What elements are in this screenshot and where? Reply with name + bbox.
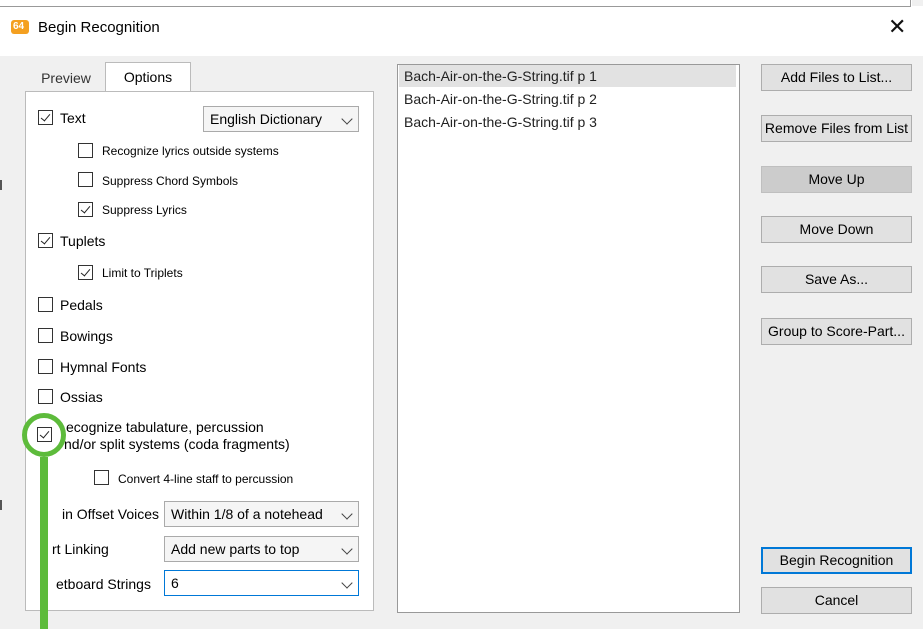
offset-voices-label: in Offset Voices [62, 506, 160, 522]
move-down-button[interactable]: Move Down [761, 216, 912, 243]
tablature-label-line1: ecognize tabulature, percussion [66, 419, 264, 435]
suppress-chords-checkbox[interactable] [78, 172, 93, 187]
chevron-down-icon [341, 113, 353, 125]
left-edge-tick [0, 500, 2, 510]
recognize-lyrics-label: Recognize lyrics outside systems [102, 144, 279, 158]
corner [912, 0, 923, 6]
ossias-checkbox[interactable] [38, 389, 53, 404]
pedals-label: Pedals [60, 297, 103, 313]
tab-preview[interactable]: Preview [27, 64, 105, 92]
offset-voices-value: Within 1/8 of a notehead [171, 506, 323, 522]
tab-options[interactable]: Options [105, 62, 191, 92]
convert-4line-label: Convert 4-line staff to percussion [118, 472, 294, 486]
suppress-chords-label: Suppress Chord Symbols [102, 174, 239, 188]
file-list[interactable]: Bach-Air-on-the-G-String.tif p 1 Bach-Ai… [397, 64, 740, 613]
fretboard-strings-value: 6 [171, 575, 179, 591]
pedals-checkbox[interactable] [38, 297, 53, 312]
close-icon[interactable]: ✕ [888, 14, 906, 40]
list-item[interactable]: Bach-Air-on-the-G-String.tif p 2 [404, 88, 597, 110]
move-up-button[interactable]: Move Up [761, 166, 912, 193]
highlight-circle [22, 413, 66, 457]
add-files-button[interactable]: Add Files to List... [761, 64, 912, 91]
tuplets-checkbox[interactable] [38, 233, 53, 248]
fretboard-strings-select[interactable]: 6 [164, 570, 359, 596]
tablature-label-line2: nd/or split systems (coda fragments) [64, 436, 290, 452]
part-linking-label: rt Linking [52, 541, 109, 557]
app-icon: 64 [11, 20, 29, 34]
begin-recognition-button[interactable]: Begin Recognition [761, 547, 912, 574]
bowings-label: Bowings [60, 328, 113, 344]
highlight-pointer-line [40, 457, 48, 629]
left-edge-tick [0, 180, 2, 190]
bowings-checkbox[interactable] [38, 328, 53, 343]
part-linking-select[interactable]: Add new parts to top [164, 536, 359, 562]
text-checkbox[interactable] [38, 110, 53, 125]
save-as-button[interactable]: Save As... [761, 266, 912, 293]
chevron-down-icon [341, 508, 353, 520]
remove-files-button[interactable]: Remove Files from List [761, 115, 912, 142]
cancel-button[interactable]: Cancel [761, 587, 912, 614]
suppress-lyrics-checkbox[interactable] [78, 202, 93, 217]
chevron-down-icon [341, 577, 353, 589]
group-to-score-part-button[interactable]: Group to Score-Part... [761, 318, 912, 345]
suppress-lyrics-label: Suppress Lyrics [102, 203, 187, 217]
ossias-label: Ossias [60, 389, 103, 405]
list-item[interactable]: Bach-Air-on-the-G-String.tif p 3 [404, 111, 597, 133]
hymnal-fonts-checkbox[interactable] [38, 359, 53, 374]
part-linking-value: Add new parts to top [171, 541, 300, 557]
fretboard-strings-label: etboard Strings [56, 576, 151, 592]
dictionary-select[interactable]: English Dictionary [203, 106, 359, 132]
limit-triplets-label: Limit to Triplets [102, 266, 183, 280]
convert-4line-checkbox[interactable] [94, 470, 109, 485]
offset-voices-select[interactable]: Within 1/8 of a notehead [164, 501, 359, 527]
background-window-edge [0, 0, 911, 7]
list-item[interactable]: Bach-Air-on-the-G-String.tif p 1 [399, 65, 736, 87]
options-panel [25, 91, 374, 611]
window-title: Begin Recognition [38, 19, 160, 36]
chevron-down-icon [341, 543, 353, 555]
hymnal-fonts-label: Hymnal Fonts [60, 359, 147, 375]
dictionary-value: English Dictionary [210, 111, 323, 127]
recognize-lyrics-checkbox[interactable] [78, 143, 93, 158]
limit-triplets-checkbox[interactable] [78, 265, 93, 280]
tuplets-label: Tuplets [60, 233, 106, 249]
text-label: Text [60, 110, 86, 126]
